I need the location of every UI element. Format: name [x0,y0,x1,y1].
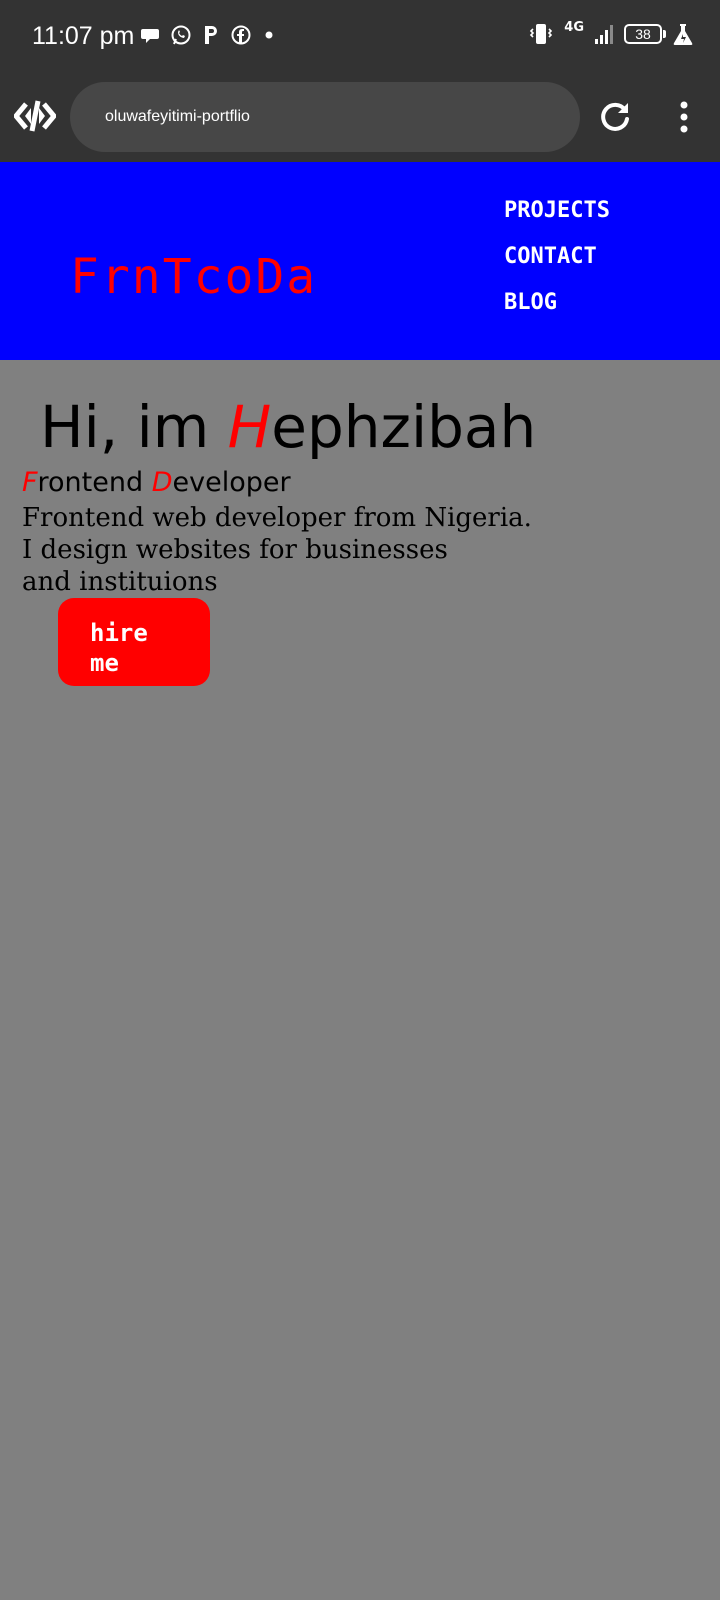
flask-icon [673,24,693,45]
reload-icon[interactable] [598,100,632,134]
dot-icon [265,31,273,39]
greeting-prefix: Hi, im [40,393,228,461]
brand-logo[interactable]: FrnTcoDa [70,252,317,302]
chat-bubble-icon [141,29,159,43]
bio-line: and instituions [22,567,218,597]
role-word-frontend: rontend [37,467,152,498]
status-time: 11:07 pm [32,22,135,50]
network-type: 4G [564,19,584,35]
signal-icon [595,25,613,44]
hero-role: Frontend Developer [22,466,291,500]
site-code-icon[interactable] [14,98,56,134]
facebook-icon [231,25,251,45]
main-nav: PROJECTS CONTACT BLOG [504,196,610,318]
hero-bio: Frontend web developer from Nigeria. I d… [22,502,532,598]
menu-dots-icon[interactable] [676,100,692,134]
hire-me-button[interactable]: hire me [58,598,210,686]
hero-greeting: Hi, im Hephzibah [40,392,536,462]
site-header: FrnTcoDa PROJECTS CONTACT BLOG [0,162,720,360]
nav-projects[interactable]: PROJECTS [504,196,610,226]
role-initial-d: D [151,467,173,498]
role-word-developer: eveloper [172,467,291,498]
url-bar[interactable]: oluwafeyitimi-portflio [70,82,580,152]
p-app-icon [205,26,217,44]
notification-icons [140,24,276,46]
browser-toolbar: oluwafeyitimi-portflio [0,72,720,162]
nav-contact[interactable]: CONTACT [504,242,610,272]
status-bar: 11:07 pm 4G 38 [0,0,720,72]
name-initial: H [227,393,272,461]
bio-line: Frontend web developer from Nigeria. [22,503,532,533]
name-rest: ephzibah [271,393,537,461]
system-icons: 4G 38 [528,19,694,46]
battery-icon: 38 [624,24,666,44]
role-initial-f: F [22,467,38,498]
vibrate-icon [530,24,553,44]
nav-blog[interactable]: BLOG [504,288,610,318]
bio-line: I design websites for businesses [22,535,448,565]
whatsapp-icon [171,25,191,45]
